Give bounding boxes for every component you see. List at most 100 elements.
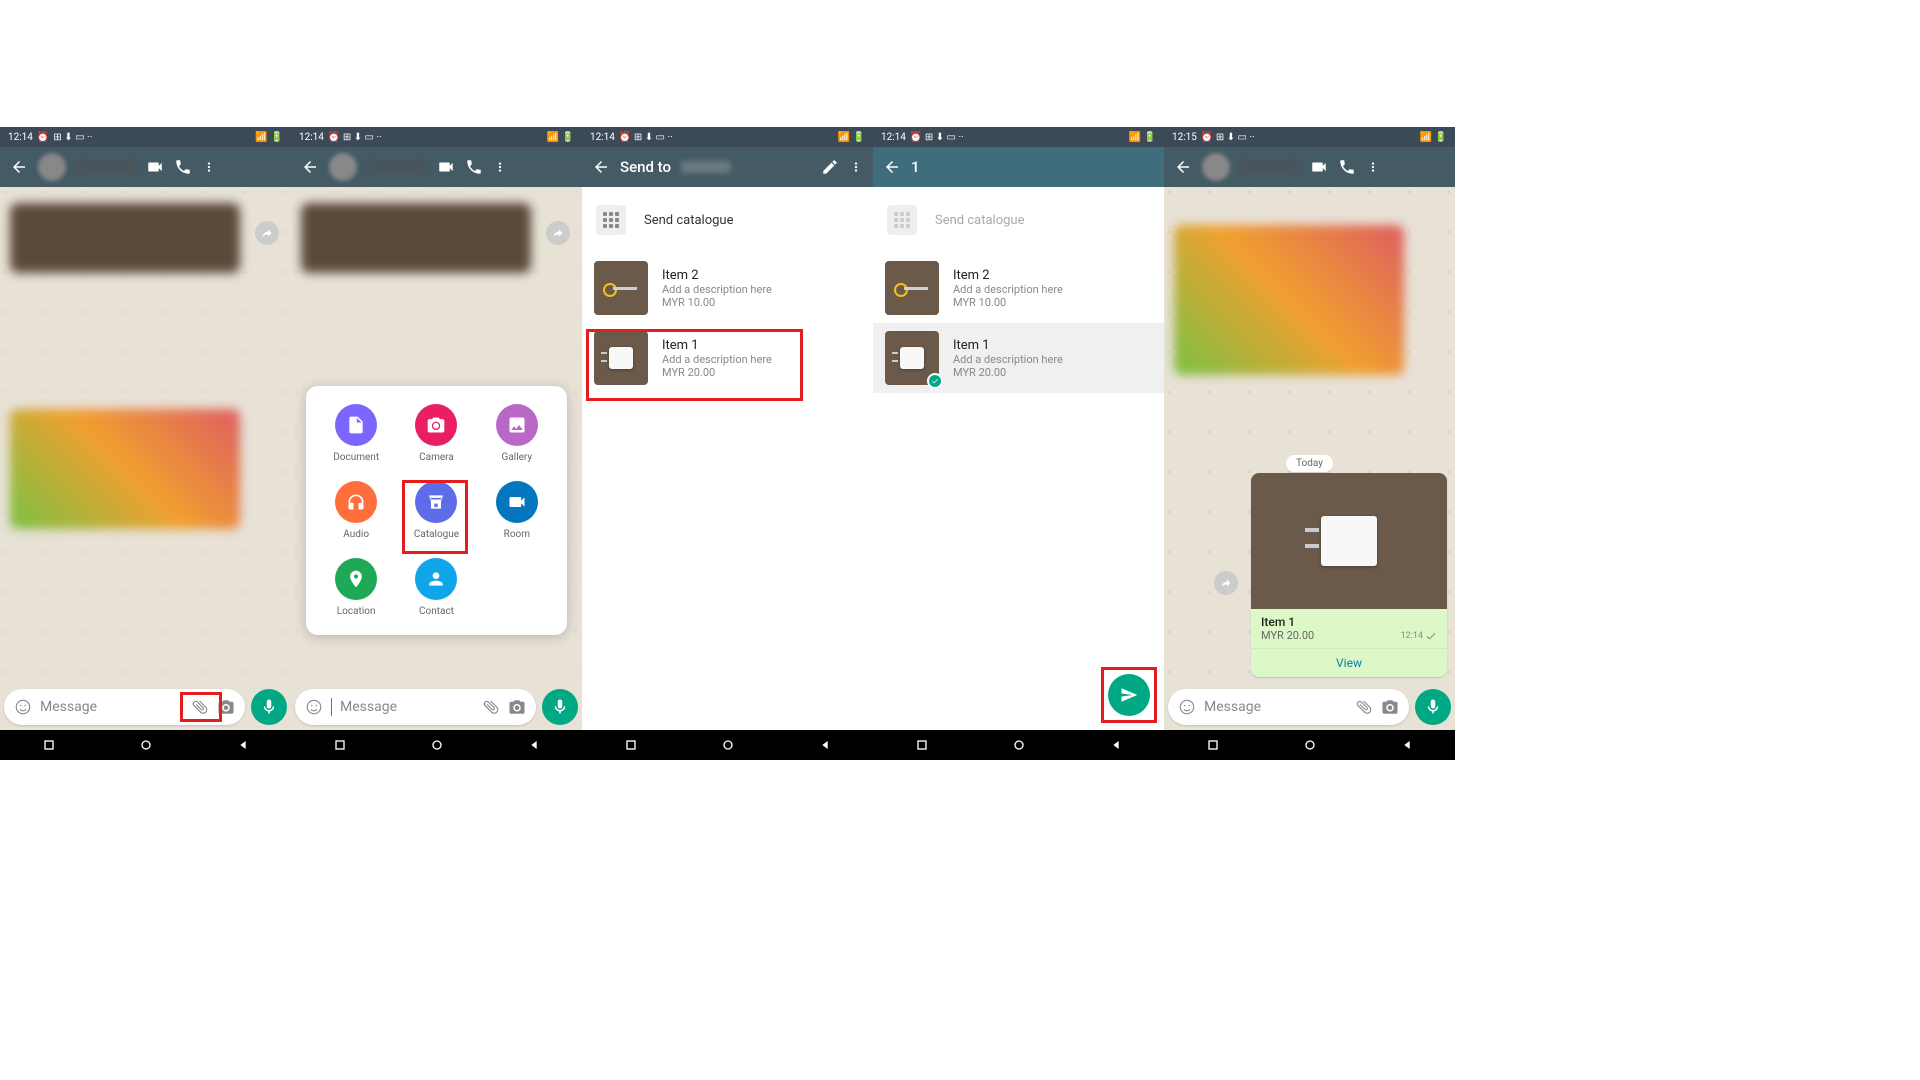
location-icon: [346, 569, 366, 589]
camera-input-icon[interactable]: [1381, 698, 1399, 716]
message-input[interactable]: Message: [1168, 689, 1409, 725]
grid-icon: [887, 205, 917, 235]
catalogue-item-2[interactable]: Item 2 Add a description here MYR 10.00: [582, 253, 873, 323]
nav-recent-icon[interactable]: [332, 737, 348, 753]
nav-recent-icon[interactable]: [623, 737, 639, 753]
alarm-icon: ⏰: [37, 132, 49, 143]
nav-recent-icon[interactable]: [41, 737, 57, 753]
attach-audio[interactable]: Audio: [335, 481, 377, 540]
item-thumb: [885, 261, 939, 315]
nav-back-icon[interactable]: [1399, 737, 1415, 753]
emoji-icon[interactable]: [14, 698, 32, 716]
send-catalogue-row[interactable]: Send catalogue: [582, 187, 873, 253]
attach-camera[interactable]: Camera: [415, 404, 457, 463]
back-icon[interactable]: [1174, 158, 1192, 176]
voice-call-icon[interactable]: [465, 158, 483, 176]
contact-name[interactable]: [76, 161, 136, 173]
catalogue-item-2[interactable]: Item 2 Add a description here MYR 10.00: [873, 253, 1164, 323]
nav-home-icon[interactable]: [1011, 737, 1027, 753]
catalogue-item-1-selected[interactable]: Item 1 Add a description here MYR 20.00: [873, 323, 1164, 393]
video-call-icon[interactable]: [146, 158, 164, 176]
message-placeholder: Message: [340, 699, 474, 715]
nav-recent-icon[interactable]: [1205, 737, 1221, 753]
attach-contact[interactable]: Contact: [415, 558, 457, 617]
app-bar: 1: [873, 147, 1164, 187]
mic-button[interactable]: [1415, 689, 1451, 725]
chat-area[interactable]: Document Camera Gallery Audio Catalogue: [291, 187, 582, 710]
emoji-icon[interactable]: [1178, 698, 1196, 716]
product-card[interactable]: Item 1 MYR 20.00 12:14 View: [1251, 473, 1447, 677]
item-thumb: [594, 331, 648, 385]
message-input[interactable]: Message: [295, 689, 536, 725]
voice-call-icon[interactable]: [1338, 158, 1356, 176]
attach-location[interactable]: Location: [335, 558, 377, 617]
chat-area[interactable]: Today Item 1 MYR 20.00 12:14: [1164, 187, 1455, 710]
avatar[interactable]: [38, 153, 66, 181]
voice-call-icon[interactable]: [174, 158, 192, 176]
back-icon[interactable]: [592, 158, 610, 176]
forward-icon[interactable]: [546, 221, 570, 245]
attach-gallery[interactable]: Gallery: [496, 404, 538, 463]
chat-pane-1: 12:14 ⏰ ⊞ ⬇ ▭ ·· 📶 🔋: [0, 127, 291, 760]
nav-back-icon[interactable]: [235, 737, 251, 753]
item-name: Item 2: [662, 268, 861, 283]
catalogue-item-1[interactable]: Item 1 Add a description here MYR 20.00: [582, 323, 873, 393]
item-thumb: [594, 261, 648, 315]
message-placeholder: Message: [1204, 699, 1347, 715]
contact-name[interactable]: [1240, 161, 1300, 173]
back-icon[interactable]: [883, 158, 901, 176]
chat-pane-2: 12:14⏰ ⊞ ⬇ ▭ ·· 📶 🔋: [291, 127, 582, 760]
send-button[interactable]: [1108, 674, 1150, 716]
attach-catalogue[interactable]: Catalogue: [414, 481, 459, 540]
nav-home-icon[interactable]: [138, 737, 154, 753]
camera-input-icon[interactable]: [508, 698, 526, 716]
nav-back-icon[interactable]: [1108, 737, 1124, 753]
back-icon[interactable]: [301, 158, 319, 176]
nav-bar: [873, 730, 1164, 760]
chat-area[interactable]: [0, 187, 291, 710]
avatar[interactable]: [1202, 153, 1230, 181]
attach-icon[interactable]: [482, 698, 500, 716]
more-icon[interactable]: [849, 158, 863, 176]
mic-button[interactable]: [542, 689, 578, 725]
emoji-icon[interactable]: [305, 698, 323, 716]
nav-bar: [1164, 730, 1455, 760]
forward-icon[interactable]: [1214, 571, 1238, 595]
avatar[interactable]: [329, 153, 357, 181]
cursor: [331, 698, 332, 716]
status-time: 12:14: [8, 132, 33, 143]
signal-icon: 📶: [255, 132, 267, 143]
camera-input-icon[interactable]: [217, 698, 235, 716]
mic-button[interactable]: [251, 689, 287, 725]
view-button[interactable]: View: [1251, 648, 1447, 677]
sendto-title: Send to: [620, 158, 671, 176]
video-call-icon[interactable]: [437, 158, 455, 176]
nav-home-icon[interactable]: [1302, 737, 1318, 753]
more-icon[interactable]: [493, 158, 507, 176]
app-bar: [291, 147, 582, 187]
back-icon[interactable]: [10, 158, 28, 176]
edit-icon[interactable]: [821, 158, 839, 176]
nav-recent-icon[interactable]: [914, 737, 930, 753]
message-input[interactable]: Message: [4, 689, 245, 725]
status-icons: ⊞ ⬇ ▭ ··: [53, 132, 92, 143]
contact-name[interactable]: [367, 161, 427, 173]
more-icon[interactable]: [1366, 158, 1380, 176]
attach-icon[interactable]: [191, 698, 209, 716]
send-catalogue-label: Send catalogue: [935, 213, 1024, 228]
grid-icon: [596, 205, 626, 235]
nav-back-icon[interactable]: [526, 737, 542, 753]
item-price: MYR 10.00: [662, 296, 861, 309]
forward-icon[interactable]: [255, 221, 279, 245]
attach-room[interactable]: Room: [496, 481, 538, 540]
attach-icon[interactable]: [1355, 698, 1373, 716]
more-icon[interactable]: [202, 158, 216, 176]
nav-home-icon[interactable]: [429, 737, 445, 753]
nav-home-icon[interactable]: [720, 737, 736, 753]
product-name: Item 1: [1261, 615, 1437, 629]
video-call-icon[interactable]: [1310, 158, 1328, 176]
video-room-icon: [507, 492, 527, 512]
nav-back-icon[interactable]: [817, 737, 833, 753]
camera-icon: [426, 415, 446, 435]
attach-document[interactable]: Document: [333, 404, 379, 463]
